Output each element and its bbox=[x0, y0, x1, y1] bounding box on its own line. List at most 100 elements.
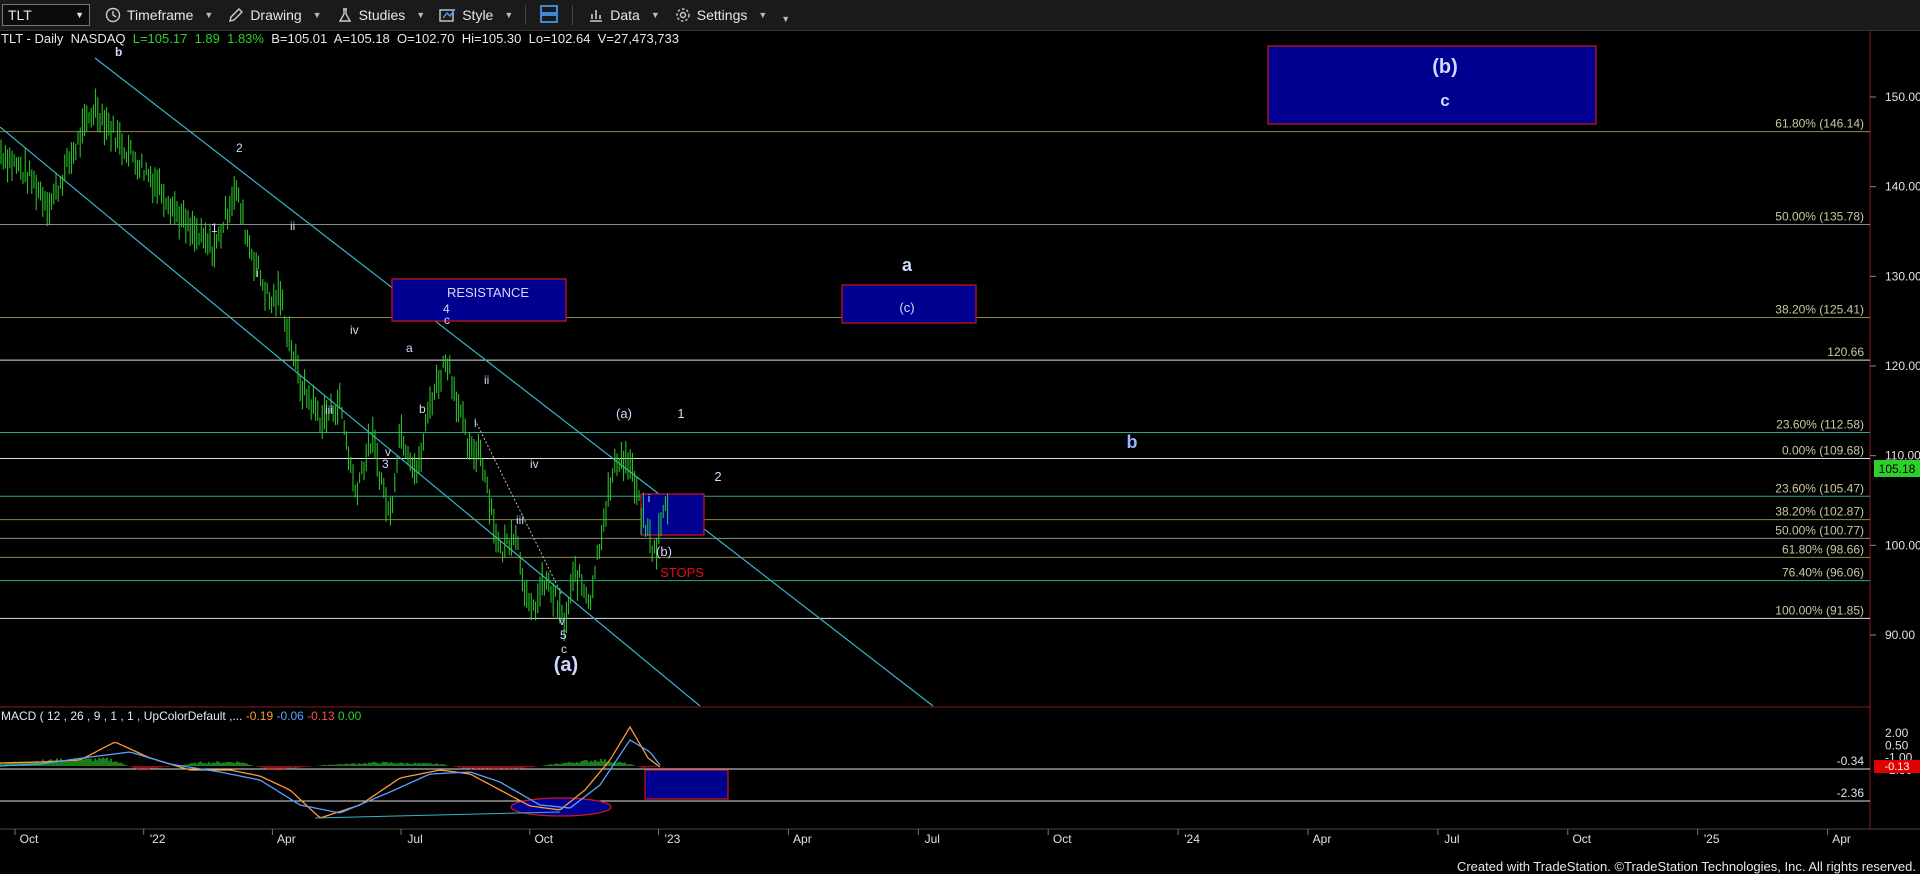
wave-label: iv bbox=[350, 323, 359, 337]
data-label: Data bbox=[610, 7, 640, 23]
main-toolbar: TLT ▼ Timeframe ▼ Drawing ▼ Studies ▼ St… bbox=[0, 0, 1920, 31]
timeframe-menu[interactable]: Timeframe ▼ bbox=[104, 6, 213, 24]
fib-label: 0.00% (109.68) bbox=[1782, 444, 1864, 458]
macd-signal-value: -0.06 bbox=[276, 709, 304, 723]
wave-i-label: i bbox=[648, 493, 650, 505]
macd-header: MACD ( 12 , 26 , 9 , 1 , 1 , UpColorDefa… bbox=[1, 709, 361, 723]
chevron-down-icon: ▼ bbox=[758, 10, 768, 20]
bar-chart-icon bbox=[587, 6, 605, 24]
wave-a-minor-label: (a) bbox=[616, 406, 632, 421]
resistance-label: RESISTANCE bbox=[447, 285, 529, 300]
channel-upper-line[interactable] bbox=[94, 57, 934, 707]
clock-icon bbox=[104, 6, 122, 24]
symbol-input[interactable]: TLT ▼ bbox=[2, 4, 90, 26]
price-chart[interactable]: 61.80% (146.14) 50.00% (135.78) 38.20% (12… bbox=[0, 31, 1920, 874]
time-axis: Oct '22 Apr Jul Oct '23 Apr Jul Oct '24 Apr Jul Oct '… bbox=[14, 829, 1851, 846]
price-tick-label: 150.00 bbox=[1885, 90, 1920, 104]
time-tick-label: '22 bbox=[150, 832, 166, 846]
fib-label: 38.20% (125.41) bbox=[1775, 302, 1864, 316]
time-tick-label: '25 bbox=[1704, 832, 1720, 846]
macd-ref-upper-label: -0.34 bbox=[1837, 754, 1865, 768]
macd-ref-lower-label: -2.36 bbox=[1837, 786, 1865, 800]
wave-b-target-label: b bbox=[1127, 432, 1138, 452]
price-tick-label: 120.00 bbox=[1885, 359, 1920, 373]
layout-button[interactable] bbox=[538, 4, 560, 26]
wave-a-major-label: (a) bbox=[554, 654, 578, 676]
time-tick-label: Apr bbox=[1832, 832, 1851, 846]
chevron-down-icon: ▼ bbox=[504, 10, 514, 20]
wave-label: iii bbox=[325, 403, 333, 417]
time-tick-label: '24 bbox=[1184, 832, 1200, 846]
gear-icon bbox=[674, 6, 692, 24]
style-menu[interactable]: Style ▼ bbox=[439, 6, 513, 24]
macd-target-box[interactable] bbox=[644, 769, 729, 800]
stops-label: STOPS bbox=[660, 565, 704, 580]
style-icon bbox=[439, 6, 457, 24]
fib-label: 120.66 bbox=[1827, 345, 1864, 359]
fib-label: 50.00% (100.77) bbox=[1775, 523, 1864, 537]
wave-label: 3 bbox=[382, 457, 389, 471]
fib-label: 50.00% (135.78) bbox=[1775, 210, 1864, 224]
timeframe-label: Timeframe bbox=[127, 7, 194, 23]
chevron-down-icon: ▼ bbox=[312, 10, 322, 20]
wave-1-label: 1 bbox=[677, 406, 684, 421]
time-tick-label: Jul bbox=[1444, 832, 1459, 846]
symbol-input-value: TLT bbox=[8, 7, 32, 23]
price-tick-label: 90.00 bbox=[1885, 628, 1915, 642]
wave-a-target-label: a bbox=[902, 255, 913, 275]
macd-value: -0.19 bbox=[245, 709, 274, 723]
macd-current-tag: -0.13 bbox=[1874, 760, 1920, 773]
layout-icon bbox=[539, 4, 559, 27]
wave-label: v bbox=[559, 614, 565, 628]
wave-label: b bbox=[115, 45, 122, 59]
current-price-tag: 105.18 bbox=[1874, 460, 1920, 477]
chevron-down-icon: ▼ bbox=[416, 10, 426, 20]
wave-label: c bbox=[444, 313, 450, 327]
settings-menu[interactable]: Settings ▼ bbox=[674, 6, 768, 24]
wave-label: iv bbox=[530, 457, 539, 471]
target-c-wave-label: c bbox=[1440, 91, 1449, 110]
fib-label: 100.00% (91.85) bbox=[1775, 603, 1864, 617]
price-tick-label: 140.00 bbox=[1885, 180, 1920, 194]
wave-label: 1 bbox=[211, 221, 218, 235]
fib-levels: 61.80% (146.14) 50.00% (135.78) 38.20% (12… bbox=[0, 117, 1870, 619]
time-tick-label: Oct bbox=[534, 832, 553, 846]
price-axis: 150.00140.00130.00120.00110.00100.0090.0… bbox=[1870, 90, 1920, 642]
chevron-down-icon: ▼ bbox=[650, 10, 660, 20]
wave-label: ii bbox=[484, 373, 489, 387]
studies-menu[interactable]: Studies ▼ bbox=[336, 6, 426, 24]
drawing-menu[interactable]: Drawing ▼ bbox=[227, 6, 322, 24]
wave-label: ii bbox=[290, 219, 295, 233]
wave-label: 5 bbox=[560, 628, 567, 642]
fib-label: 23.60% (105.47) bbox=[1775, 481, 1864, 495]
price-bars bbox=[0, 88, 669, 642]
flask-icon bbox=[336, 6, 354, 24]
price-tick-label: 100.00 bbox=[1885, 538, 1920, 552]
wave-label: iii bbox=[516, 513, 524, 527]
channel-lower-line[interactable] bbox=[0, 126, 701, 707]
time-tick-label: Apr bbox=[277, 832, 296, 846]
time-tick-label: Jul bbox=[925, 832, 940, 846]
toolbar-divider bbox=[572, 5, 574, 25]
macd-title: MACD ( 12 , 26 , 9 , 1 , 1 , UpColorDefa… bbox=[1, 709, 243, 723]
time-tick-label: '23 bbox=[665, 832, 681, 846]
pencil-icon bbox=[227, 6, 245, 24]
fib-label: 61.80% (146.14) bbox=[1775, 117, 1864, 131]
macd-diff-value: -0.13 bbox=[307, 709, 335, 723]
chevron-down-icon: ▼ bbox=[75, 10, 84, 20]
fib-label: 23.60% (112.58) bbox=[1776, 418, 1864, 432]
wave-2-label: 2 bbox=[714, 469, 721, 484]
macd-divergence-line bbox=[314, 811, 561, 819]
toolbar-overflow-button[interactable]: ▼ bbox=[781, 6, 790, 24]
toolbar-divider bbox=[525, 5, 527, 25]
wave-label: a bbox=[406, 341, 413, 355]
time-tick-label: Oct bbox=[1572, 832, 1591, 846]
time-tick-label: Apr bbox=[1313, 832, 1332, 846]
studies-label: Studies bbox=[358, 7, 406, 23]
wave-labels: b 2 1 i ii iii iv v 3 a b 4 c ii i iv ii… bbox=[115, 45, 567, 656]
wave-guide-line bbox=[474, 419, 563, 596]
style-label: Style bbox=[462, 7, 494, 23]
chevron-down-icon: ▼ bbox=[204, 10, 214, 20]
fib-label: 61.80% (98.66) bbox=[1782, 542, 1864, 556]
data-menu[interactable]: Data ▼ bbox=[587, 6, 660, 24]
